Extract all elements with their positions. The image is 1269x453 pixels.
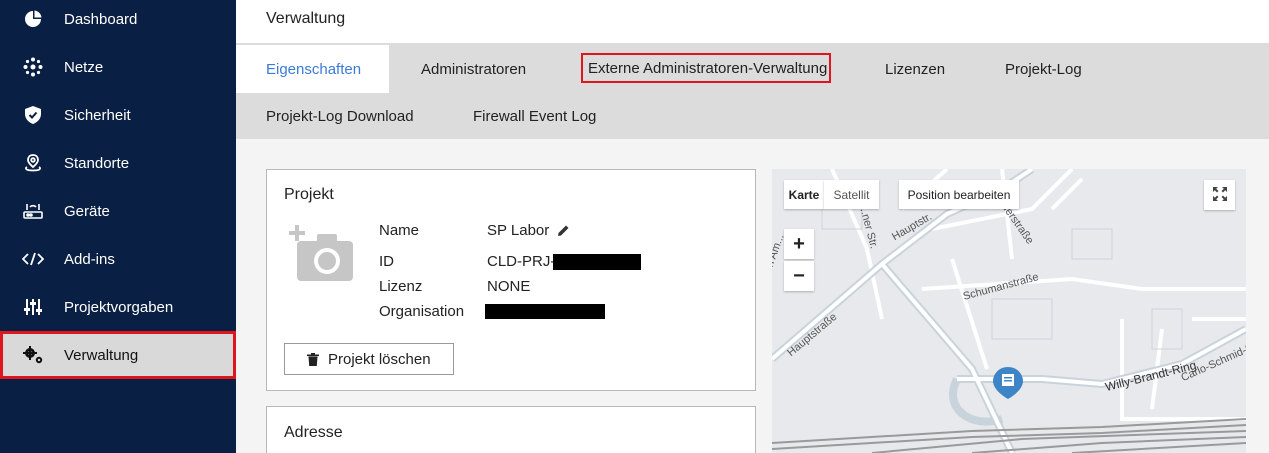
sidebar: Dashboard Netze Sicherheit Standorte Ger… (0, 0, 236, 453)
sidebar-item-standorte[interactable]: Standorte (0, 139, 236, 187)
tab-bar: Eigenschaften Administratoren Externe Ad… (236, 43, 1269, 139)
name-value: SP Labor (487, 222, 550, 239)
sliders-icon (22, 296, 44, 318)
add-photo-icon[interactable] (289, 225, 355, 288)
id-value: CLD-PRJ- (487, 253, 556, 270)
tab-lizenzen[interactable]: Lizenzen (885, 45, 945, 93)
main-content: Verwaltung Eigenschaften Administratoren… (236, 0, 1269, 453)
address-card-title: Adresse (284, 424, 343, 441)
redacted-id (553, 254, 641, 270)
code-icon (22, 248, 44, 270)
tab-eigenschaften[interactable]: Eigenschaften (236, 45, 389, 93)
edit-position-button[interactable]: Position bearbeiten (899, 180, 1019, 209)
sidebar-item-label: Dashboard (64, 10, 138, 28)
page-title: Verwaltung (266, 10, 346, 27)
location-pin-icon (22, 152, 44, 174)
sidebar-item-label: Sicherheit (64, 106, 131, 124)
sidebar-item-label: Verwaltung (64, 346, 139, 364)
id-label: ID (379, 253, 394, 270)
delete-project-label: Projekt löschen (328, 350, 431, 368)
map-type-karte-button[interactable]: Karte (784, 180, 824, 209)
address-card: Adresse (266, 406, 756, 453)
dashboard-icon (22, 8, 44, 30)
tab-projekt-log[interactable]: Projekt-Log (1005, 45, 1082, 93)
organisation-label: Organisation (379, 303, 465, 320)
sidebar-item-label: Projektvorgaben (64, 298, 174, 316)
tab-firewall-event-log[interactable]: Firewall Event Log (473, 92, 596, 140)
sidebar-item-projektvorgaben[interactable]: Projektvorgaben (0, 283, 236, 331)
trash-icon (307, 352, 319, 366)
name-label: Name (379, 222, 420, 239)
sidebar-item-netze[interactable]: Netze (0, 43, 236, 91)
tab-administratoren[interactable]: Administratoren (421, 45, 526, 93)
map-type-satellit-button[interactable]: Satellit (824, 180, 879, 209)
edit-pencil-icon[interactable] (557, 224, 570, 242)
fullscreen-button[interactable] (1204, 180, 1235, 210)
license-value: NONE (487, 278, 531, 295)
redacted-organisation (485, 304, 605, 319)
sidebar-item-label: Netze (64, 58, 104, 76)
sidebar-item-sicherheit[interactable]: Sicherheit (0, 91, 236, 139)
zoom-in-button[interactable]: + (784, 229, 814, 259)
project-card: Projekt Name SP Labor ID CLD-PRJ- Lizenz… (266, 169, 756, 391)
page-header: Verwaltung (236, 0, 1269, 43)
router-icon (22, 200, 44, 222)
gears-icon (22, 344, 44, 366)
sidebar-item-label: Geräte (64, 202, 110, 220)
zoom-out-button[interactable]: − (784, 261, 814, 291)
sidebar-item-geraete[interactable]: Geräte (0, 187, 236, 235)
map[interactable]: Hauptstraße Hauptstr. ...ner Str. ...hau… (772, 169, 1246, 453)
project-card-title: Projekt (284, 186, 334, 203)
sidebar-item-dashboard[interactable]: Dashboard (0, 0, 236, 43)
fullscreen-icon (1212, 186, 1227, 204)
tab-externe-administratoren-verwaltung[interactable]: Externe Administratoren-Verwaltung (581, 53, 831, 83)
license-label: Lizenz (379, 278, 423, 295)
shield-icon (22, 104, 44, 126)
delete-project-button[interactable]: Projekt löschen (284, 343, 454, 375)
sidebar-item-add-ins[interactable]: Add-ins (0, 235, 236, 283)
sidebar-item-label: Standorte (64, 154, 130, 172)
tab-projekt-log-download[interactable]: Projekt-Log Download (266, 92, 414, 140)
sidebar-item-label: Add-ins (64, 250, 115, 268)
network-icon (22, 56, 44, 78)
sidebar-item-verwaltung[interactable]: Verwaltung (0, 331, 236, 379)
